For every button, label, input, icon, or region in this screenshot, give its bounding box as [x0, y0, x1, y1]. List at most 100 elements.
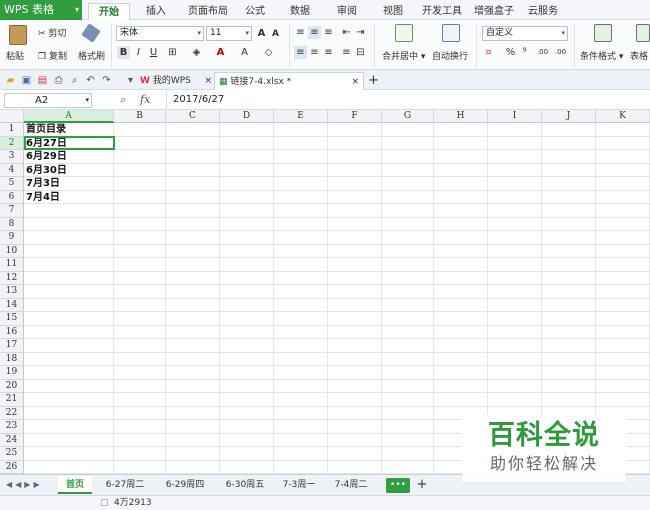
- comma-button[interactable]: ⁹: [518, 46, 531, 59]
- conditional-format-icon[interactable]: [594, 24, 612, 42]
- tab-home[interactable]: 开始: [88, 3, 130, 20]
- cell-A4[interactable]: 6月30日: [26, 164, 67, 177]
- row-header-21[interactable]: 21: [0, 393, 24, 407]
- row-header-10[interactable]: 10: [0, 244, 24, 258]
- row-header-1[interactable]: 1: [0, 123, 24, 137]
- row-header-18[interactable]: 18: [0, 352, 24, 366]
- conditional-format-button[interactable]: 条件格式 ▾: [580, 49, 623, 62]
- row-header-5[interactable]: 5: [0, 177, 24, 191]
- justify-icon[interactable]: ≡: [340, 46, 353, 59]
- tab-review[interactable]: 审阅: [332, 3, 362, 20]
- row-header-6[interactable]: 6: [0, 190, 24, 204]
- row-header-19[interactable]: 19: [0, 366, 24, 380]
- align-center-icon[interactable]: ≡: [308, 46, 321, 59]
- bold-icon[interactable]: B: [117, 46, 130, 59]
- column-header-J[interactable]: J: [542, 110, 596, 123]
- print-preview-icon[interactable]: ⌕: [68, 74, 81, 87]
- table-style-button[interactable]: 表格: [630, 49, 648, 62]
- redo-icon[interactable]: ↷: [100, 74, 113, 87]
- increase-font-icon[interactable]: A: [255, 27, 268, 40]
- undo-icon[interactable]: ↶: [84, 74, 97, 87]
- borders-icon[interactable]: ⊞: [166, 46, 179, 59]
- decrease-font-icon[interactable]: A: [269, 28, 282, 41]
- sheet-tab-home[interactable]: 首页: [58, 476, 92, 494]
- distributed-icon[interactable]: ⊟: [354, 46, 367, 59]
- add-sheet-button[interactable]: +: [414, 476, 430, 494]
- row-header-24[interactable]: 24: [0, 433, 24, 447]
- doc-tab-active[interactable]: ▦ 链接7-4.xlsx * ×: [214, 72, 364, 90]
- row-header-20[interactable]: 20: [0, 379, 24, 393]
- row-header-25[interactable]: 25: [0, 447, 24, 461]
- column-header-F[interactable]: F: [328, 110, 382, 123]
- wrap-text-button[interactable]: 自动换行: [432, 49, 468, 62]
- paste-icon[interactable]: [9, 25, 27, 45]
- font-color-icon[interactable]: A: [214, 46, 227, 59]
- sheet-nav-icons[interactable]: ◀◀▶▶: [6, 480, 43, 489]
- italic-icon[interactable]: I: [132, 46, 145, 59]
- table-style-icon[interactable]: [636, 24, 650, 42]
- formula-input[interactable]: 2017/6/27: [166, 91, 650, 109]
- indent-decrease-icon[interactable]: ⇤: [340, 26, 353, 39]
- select-all-corner[interactable]: [0, 110, 24, 123]
- tab-insert[interactable]: 插入: [138, 3, 174, 20]
- align-top-icon[interactable]: ≡: [294, 26, 307, 39]
- underline-icon[interactable]: U: [147, 46, 160, 59]
- column-header-H[interactable]: H: [434, 110, 488, 123]
- column-header-G[interactable]: G: [382, 110, 434, 123]
- name-box[interactable]: A2 ▾: [4, 93, 92, 108]
- doc-tab-my-wps[interactable]: W 我的WPS ×: [140, 72, 214, 90]
- currency-icon[interactable]: ¤: [482, 46, 495, 59]
- row-header-23[interactable]: 23: [0, 420, 24, 434]
- row-header-8[interactable]: 8: [0, 217, 24, 231]
- cell-A5[interactable]: 7月3日: [26, 177, 60, 190]
- copy-button[interactable]: ❐ 复制: [38, 49, 67, 62]
- chevron-down-icon[interactable]: ▾: [124, 74, 137, 87]
- sheet-tab-0629[interactable]: 6-29周四: [156, 476, 214, 494]
- phonetic-icon[interactable]: ◇: [262, 46, 275, 59]
- row-header-16[interactable]: 16: [0, 325, 24, 339]
- row-header-15[interactable]: 15: [0, 312, 24, 326]
- merge-center-icon[interactable]: [395, 24, 413, 42]
- format-painter-button[interactable]: 格式刷: [78, 49, 105, 62]
- save-icon[interactable]: ▣: [20, 74, 33, 87]
- close-icon[interactable]: ×: [204, 72, 212, 90]
- tab-developer[interactable]: 开发工具: [420, 3, 464, 20]
- tab-formulas[interactable]: 公式: [240, 3, 270, 20]
- open-folder-icon[interactable]: ▰: [4, 74, 17, 87]
- row-header-13[interactable]: 13: [0, 285, 24, 299]
- close-icon[interactable]: ×: [351, 73, 359, 91]
- fill-color-icon[interactable]: ◈: [190, 46, 203, 59]
- column-header-A[interactable]: A: [24, 110, 114, 123]
- row-header-26[interactable]: 26: [0, 460, 24, 474]
- new-tab-icon[interactable]: +: [368, 72, 380, 90]
- sheet-tab-0704[interactable]: 7-4周二: [326, 476, 376, 494]
- column-header-I[interactable]: I: [488, 110, 542, 123]
- more-sheets-button[interactable]: •••: [386, 478, 410, 493]
- export-pdf-icon[interactable]: ▤: [36, 74, 49, 87]
- indent-increase-icon[interactable]: ⇥: [354, 26, 367, 39]
- align-right-icon[interactable]: ≡: [322, 46, 335, 59]
- tab-enhance-box[interactable]: 增强盒子: [472, 3, 516, 20]
- tab-page-layout[interactable]: 页面布局: [182, 3, 234, 20]
- column-header-K[interactable]: K: [596, 110, 650, 123]
- row-header-7[interactable]: 7: [0, 204, 24, 218]
- cut-button[interactable]: ✂ 剪切: [38, 26, 66, 39]
- tab-data[interactable]: 数据: [285, 3, 315, 20]
- print-icon[interactable]: ⎙: [52, 74, 65, 87]
- decrease-decimal-button[interactable]: .00: [554, 46, 567, 59]
- number-format-select[interactable]: 自定义 ▾: [482, 26, 568, 41]
- row-header-11[interactable]: 11: [0, 258, 24, 272]
- sheet-tab-0703[interactable]: 7-3周一: [274, 476, 324, 494]
- zoom-icon[interactable]: ⌕: [120, 93, 126, 107]
- column-header-E[interactable]: E: [274, 110, 328, 123]
- tab-cloud[interactable]: 云服务: [524, 3, 562, 20]
- sheet-tab-0630[interactable]: 6-30周五: [216, 476, 274, 494]
- align-middle-icon[interactable]: ≡: [308, 26, 321, 39]
- insert-function-button[interactable]: fx: [140, 93, 150, 106]
- app-menu-button[interactable]: WPS 表格 ▾: [0, 0, 82, 20]
- row-header-2[interactable]: 2: [0, 136, 24, 150]
- row-header-4[interactable]: 4: [0, 163, 24, 177]
- row-header-14[interactable]: 14: [0, 298, 24, 312]
- align-bottom-icon[interactable]: ≡: [322, 26, 335, 39]
- wrap-text-icon[interactable]: [442, 24, 460, 42]
